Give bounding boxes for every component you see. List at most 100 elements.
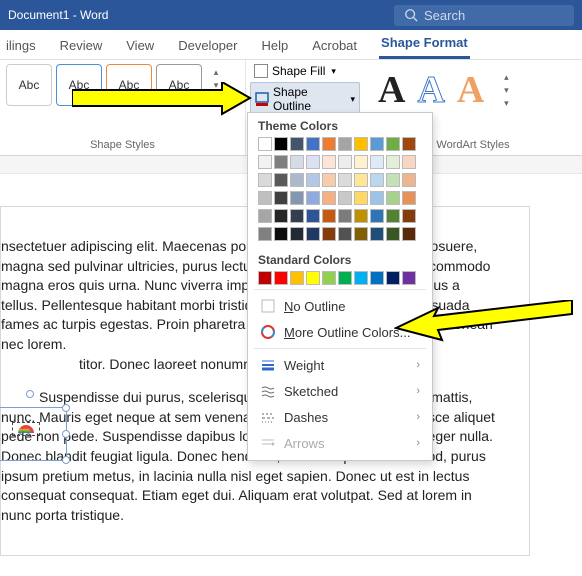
color-swatch[interactable] xyxy=(338,227,352,241)
color-swatch[interactable] xyxy=(402,227,416,241)
color-swatch[interactable] xyxy=(354,155,368,169)
resize-handle[interactable] xyxy=(62,430,70,438)
color-swatch[interactable] xyxy=(274,209,288,223)
wordart-style-a2[interactable]: A xyxy=(417,68,444,112)
color-swatch[interactable] xyxy=(290,191,304,205)
rotate-handle[interactable] xyxy=(26,390,34,398)
color-swatch[interactable] xyxy=(354,227,368,241)
color-swatch[interactable] xyxy=(354,137,368,151)
color-swatch[interactable] xyxy=(402,209,416,223)
color-swatch[interactable] xyxy=(258,137,272,151)
color-swatch[interactable] xyxy=(258,271,272,285)
color-swatch[interactable] xyxy=(322,209,336,223)
color-swatch[interactable] xyxy=(290,173,304,187)
chevron-right-icon: › xyxy=(416,411,420,423)
color-swatch[interactable] xyxy=(338,155,352,169)
tab-ilings[interactable]: ilings xyxy=(4,32,38,59)
color-swatch[interactable] xyxy=(354,271,368,285)
color-swatch[interactable] xyxy=(370,173,384,187)
color-swatch[interactable] xyxy=(306,137,320,151)
color-swatch[interactable] xyxy=(354,209,368,223)
gallery-more-button[interactable]: ▴ ▾ ▾ xyxy=(498,72,514,109)
color-swatch[interactable] xyxy=(386,271,400,285)
color-swatch[interactable] xyxy=(386,209,400,223)
color-swatch[interactable] xyxy=(354,191,368,205)
color-swatch[interactable] xyxy=(370,137,384,151)
color-swatch[interactable] xyxy=(306,191,320,205)
tab-shape-format[interactable]: Shape Format xyxy=(379,29,470,59)
color-swatch[interactable] xyxy=(402,173,416,187)
color-swatch[interactable] xyxy=(290,271,304,285)
color-swatch[interactable] xyxy=(306,155,320,169)
color-swatch[interactable] xyxy=(338,191,352,205)
weight-icon xyxy=(260,357,276,373)
shape-fill-button[interactable]: Shape Fill ▾ xyxy=(250,62,360,80)
color-swatch[interactable] xyxy=(306,173,320,187)
color-swatch[interactable] xyxy=(322,137,336,151)
shape-style-preview[interactable]: Abc xyxy=(6,64,52,106)
tab-help[interactable]: Help xyxy=(259,32,290,59)
color-swatch[interactable] xyxy=(338,209,352,223)
tab-review[interactable]: Review xyxy=(58,32,105,59)
color-swatch[interactable] xyxy=(370,209,384,223)
color-swatch[interactable] xyxy=(322,271,336,285)
color-swatch[interactable] xyxy=(322,155,336,169)
tab-developer[interactable]: Developer xyxy=(176,32,239,59)
color-swatch[interactable] xyxy=(274,137,288,151)
color-swatch[interactable] xyxy=(306,209,320,223)
wordart-gallery[interactable]: A A A ▴ ▾ ▾ xyxy=(370,64,576,116)
fill-swatch-icon xyxy=(254,64,268,78)
color-swatch[interactable] xyxy=(354,173,368,187)
color-swatch[interactable] xyxy=(338,173,352,187)
search-box[interactable]: Search xyxy=(394,5,574,26)
color-swatch[interactable] xyxy=(338,271,352,285)
tab-acrobat[interactable]: Acrobat xyxy=(310,32,359,59)
weight-item[interactable]: Weight › xyxy=(248,352,432,378)
color-swatch[interactable] xyxy=(274,155,288,169)
color-swatch[interactable] xyxy=(386,191,400,205)
color-swatch[interactable] xyxy=(258,209,272,223)
color-swatch[interactable] xyxy=(386,137,400,151)
color-swatch[interactable] xyxy=(290,155,304,169)
color-swatch[interactable] xyxy=(306,227,320,241)
color-swatch[interactable] xyxy=(322,173,336,187)
wordart-style-a1[interactable]: A xyxy=(378,68,405,112)
color-swatch[interactable] xyxy=(290,227,304,241)
color-swatch[interactable] xyxy=(274,227,288,241)
wordart-style-a3[interactable]: A xyxy=(457,68,484,112)
color-swatch[interactable] xyxy=(258,227,272,241)
color-swatch[interactable] xyxy=(370,191,384,205)
color-swatch[interactable] xyxy=(386,227,400,241)
color-swatch[interactable] xyxy=(290,209,304,223)
standard-color-row xyxy=(248,271,432,285)
color-swatch[interactable] xyxy=(402,271,416,285)
color-swatch[interactable] xyxy=(322,227,336,241)
chevron-right-icon: › xyxy=(416,385,420,397)
sketched-item[interactable]: Sketched › xyxy=(248,378,432,404)
dashes-item[interactable]: Dashes › xyxy=(248,404,432,430)
color-swatch[interactable] xyxy=(274,271,288,285)
color-swatch[interactable] xyxy=(402,191,416,205)
color-swatch[interactable] xyxy=(274,173,288,187)
color-swatch[interactable] xyxy=(402,137,416,151)
color-swatch[interactable] xyxy=(370,271,384,285)
color-swatch[interactable] xyxy=(274,191,288,205)
tab-view[interactable]: View xyxy=(124,32,156,59)
color-swatch[interactable] xyxy=(386,155,400,169)
color-swatch[interactable] xyxy=(322,191,336,205)
color-swatch[interactable] xyxy=(338,137,352,151)
color-swatch[interactable] xyxy=(290,137,304,151)
shape-outline-button[interactable]: Shape Outline ▾ xyxy=(250,82,360,116)
color-swatch[interactable] xyxy=(386,173,400,187)
color-swatch[interactable] xyxy=(402,155,416,169)
color-swatch[interactable] xyxy=(306,271,320,285)
outline-swatch-icon xyxy=(255,92,269,106)
color-swatch[interactable] xyxy=(370,155,384,169)
color-swatch[interactable] xyxy=(258,191,272,205)
color-swatch[interactable] xyxy=(370,227,384,241)
color-swatch[interactable] xyxy=(258,173,272,187)
color-swatch[interactable] xyxy=(258,155,272,169)
resize-handle[interactable] xyxy=(62,404,70,412)
selected-shape[interactable] xyxy=(0,407,67,461)
resize-handle[interactable] xyxy=(62,456,70,464)
